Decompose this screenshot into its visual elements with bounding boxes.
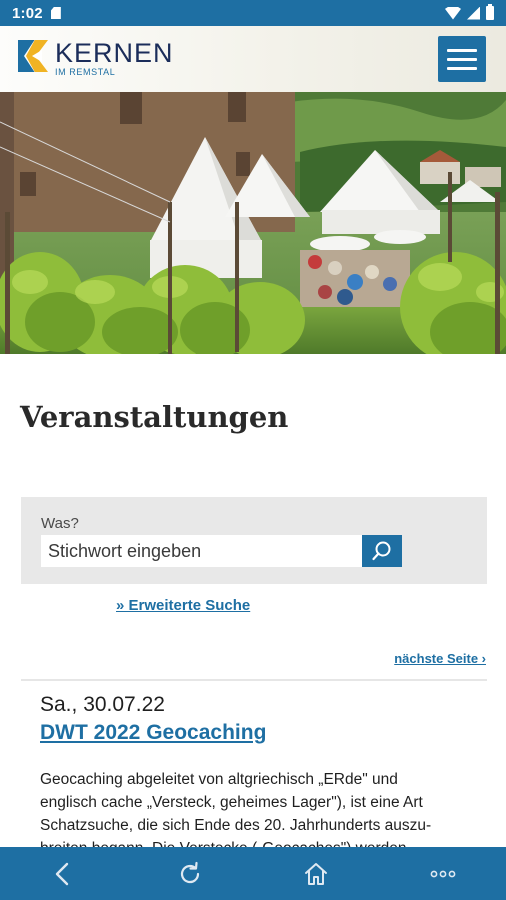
reload-icon [180,861,199,883]
battery-icon [486,4,494,20]
logo-mark-icon [18,40,48,72]
wifi-icon [445,6,461,20]
site-header: KERNEN IM REMSTAL [0,26,506,92]
menu-bar-icon [447,48,477,52]
kernen-logo[interactable]: KERNEN IM REMSTAL [18,40,174,77]
more-icon [430,870,456,877]
sd-card-icon [50,7,61,19]
status-time: 1:02 [12,4,43,22]
status-icons [445,4,494,20]
menu-bar-icon [447,66,477,70]
signal-icon [467,6,480,20]
hamburger-menu-button[interactable] [438,36,486,82]
advanced-search-link[interactable]: » Erweiterte Suche [116,597,250,614]
logo-subtitle: IM REMSTAL [55,67,116,77]
next-page-link[interactable]: nächste Seite › [394,651,486,666]
search-panel: Was? [21,497,487,584]
logo-title: KERNEN [55,38,174,68]
event-date: Sa., 30.07.22 [40,693,165,716]
search-button[interactable] [362,535,402,567]
back-button[interactable] [33,847,93,900]
search-label: Was? [41,515,79,532]
more-button[interactable] [413,847,473,900]
bottom-nav-bar [0,847,506,900]
home-icon [305,862,328,885]
hero-image [0,92,506,354]
back-icon [56,862,69,885]
page-title: Veranstaltungen [20,400,289,434]
search-input[interactable] [41,535,362,567]
reload-button[interactable] [160,847,220,900]
status-bar: 1:02 [0,0,506,26]
search-icon [372,541,391,561]
divider [21,679,487,681]
event-title-link[interactable]: DWT 2022 Geocaching [40,721,266,745]
menu-bar-icon [447,57,477,61]
home-button[interactable] [286,847,346,900]
